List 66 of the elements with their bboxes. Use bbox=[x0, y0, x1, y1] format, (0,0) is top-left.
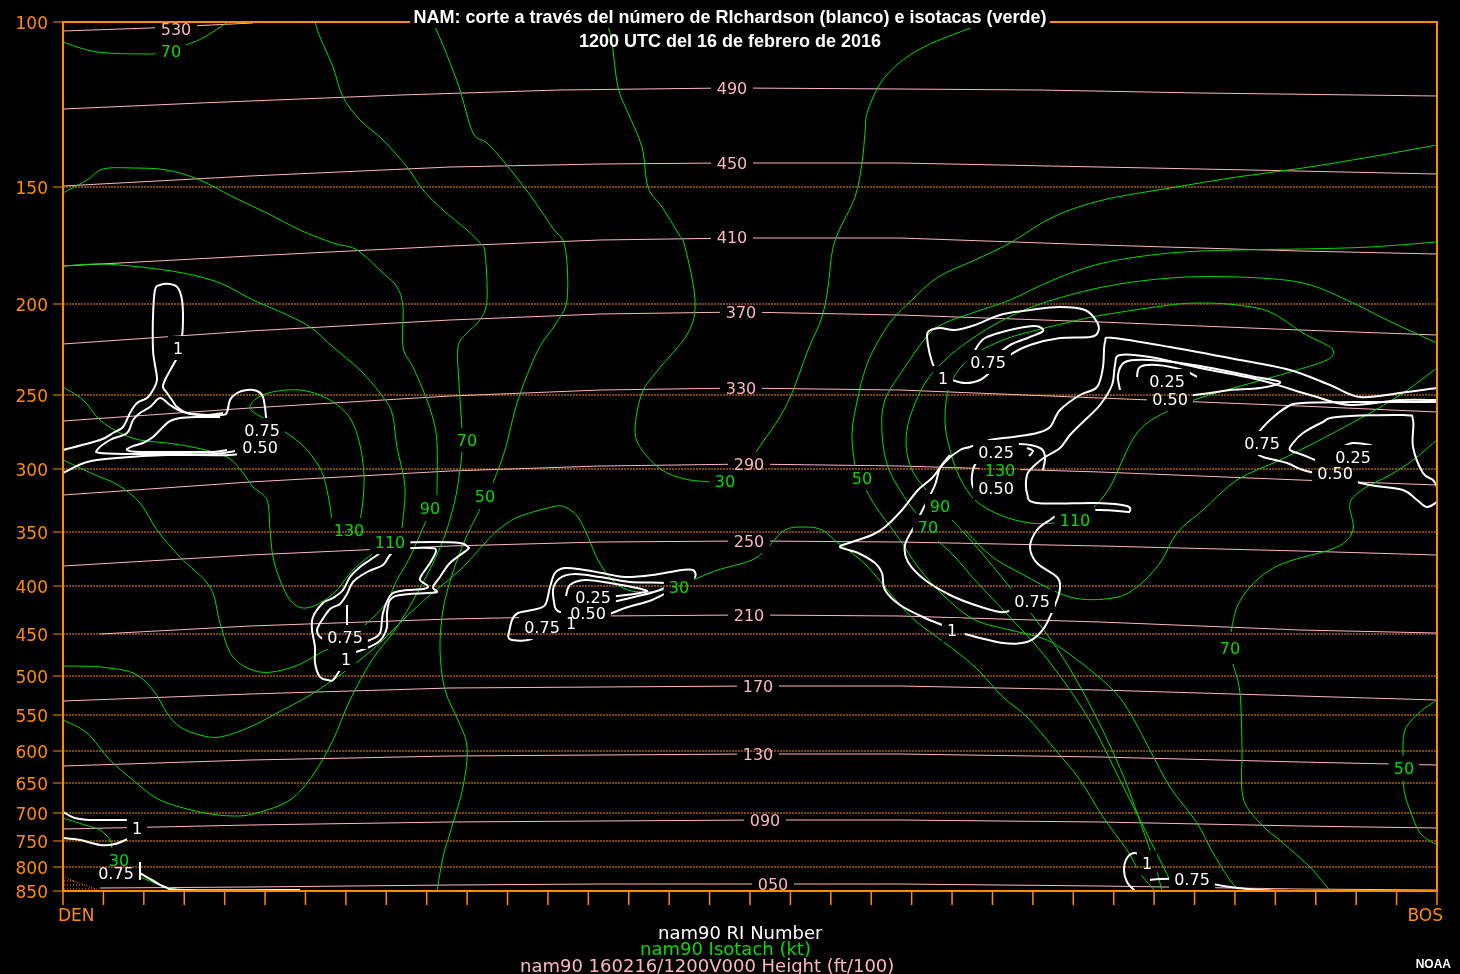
richardson-contour-label: 0.25 bbox=[1149, 371, 1185, 391]
height-contour-label: 490 bbox=[716, 78, 748, 98]
pressure-level-label: 150 bbox=[15, 178, 48, 198]
chart-subtitle: 1200 UTC del 16 de febrero de 2016 bbox=[578, 30, 882, 52]
legend-entry: nam90 Isotach (kt) bbox=[640, 941, 811, 958]
credit-label: NOAA bbox=[1415, 957, 1451, 971]
height-contour-label: 210 bbox=[733, 605, 765, 625]
isotach-contour-label: 50 bbox=[1393, 758, 1415, 778]
height-contour-label: 410 bbox=[716, 227, 748, 247]
pressure-level-label: 550 bbox=[15, 706, 48, 726]
isotach-contour-label: 50 bbox=[474, 486, 496, 506]
richardson-contour-label: 0.75 bbox=[244, 420, 280, 440]
richardson-contour-label: 0.25 bbox=[978, 442, 1014, 462]
pressure-level-label: 850 bbox=[15, 882, 48, 902]
pressure-level-label: 350 bbox=[15, 523, 48, 543]
height-contour-label: 530 bbox=[160, 19, 192, 39]
pressure-level-label: 600 bbox=[15, 742, 48, 762]
isotach-contour-label: 110 bbox=[1059, 510, 1091, 530]
station-label: DEN bbox=[58, 905, 95, 922]
height-contour-label: 370 bbox=[725, 302, 757, 322]
isotach-contour-label: 110 bbox=[374, 532, 406, 552]
isotach-contour-label: 90 bbox=[419, 498, 441, 518]
richardson-contour-label: 0.75 bbox=[970, 352, 1006, 372]
isotach-contour-label: 70 bbox=[1219, 638, 1241, 658]
richardson-contour-label: 1 bbox=[937, 368, 949, 388]
pressure-level-label: 100 bbox=[15, 13, 48, 33]
richardson-contour-label: 1 bbox=[1141, 853, 1153, 873]
isotach-contour-label: 30 bbox=[714, 471, 736, 491]
height-contour-label: 450 bbox=[716, 153, 748, 173]
pressure-level-label: 700 bbox=[15, 804, 48, 824]
height-contour-label: 330 bbox=[725, 378, 757, 398]
pressure-level-label: 200 bbox=[15, 295, 48, 315]
richardson-contour-label: 0.75 bbox=[1244, 433, 1280, 453]
isotach-contour-label: 70 bbox=[160, 41, 182, 61]
pressure-level-label: 400 bbox=[15, 577, 48, 597]
legend-entry: nam90 RI Number bbox=[658, 924, 823, 941]
height-contour-label: 290 bbox=[733, 454, 765, 474]
isotach-contour-label: 70 bbox=[456, 430, 478, 450]
richardson-contour-label: 1 bbox=[340, 649, 352, 669]
richardson-contour-label: 0.50 bbox=[978, 478, 1014, 498]
pressure-level-label: 300 bbox=[15, 460, 48, 480]
isotach-contour-label: 90 bbox=[929, 496, 951, 516]
richardson-contour-label: 1 bbox=[946, 620, 958, 640]
isotach-contour-label: 50 bbox=[851, 468, 873, 488]
richardson-contour-label: 1 bbox=[131, 818, 143, 838]
height-contour-label: 090 bbox=[749, 810, 781, 830]
pressure-level-label: 800 bbox=[15, 858, 48, 878]
richardson-contour-label: 0.50 bbox=[1152, 389, 1188, 409]
richardson-contour-label: 0.50 bbox=[242, 437, 278, 457]
pressure-level-label: 450 bbox=[15, 625, 48, 645]
pressure-level-label: 650 bbox=[15, 774, 48, 794]
richardson-contour-line bbox=[63, 837, 131, 847]
height-contour-label: 170 bbox=[742, 676, 774, 696]
richardson-contour-label: 0.75 bbox=[327, 627, 363, 647]
height-contour-label: 130 bbox=[742, 744, 774, 764]
richardson-contour-label: 0.25 bbox=[575, 587, 611, 607]
richardson-contour-label: 0.75 bbox=[1014, 591, 1050, 611]
height-contour-label: 050 bbox=[757, 874, 789, 894]
richardson-contour-label: 0.75 bbox=[524, 617, 560, 637]
richardson-contour-label: 0.75 bbox=[1174, 869, 1210, 889]
pressure-level-label: 750 bbox=[15, 832, 48, 852]
station-label: BOS bbox=[1407, 905, 1443, 922]
height-contour-label: 250 bbox=[733, 531, 765, 551]
pressure-level-label: 250 bbox=[15, 386, 48, 406]
richardson-contour-label: 1 bbox=[172, 338, 184, 358]
pressure-level-label: 500 bbox=[15, 667, 48, 687]
